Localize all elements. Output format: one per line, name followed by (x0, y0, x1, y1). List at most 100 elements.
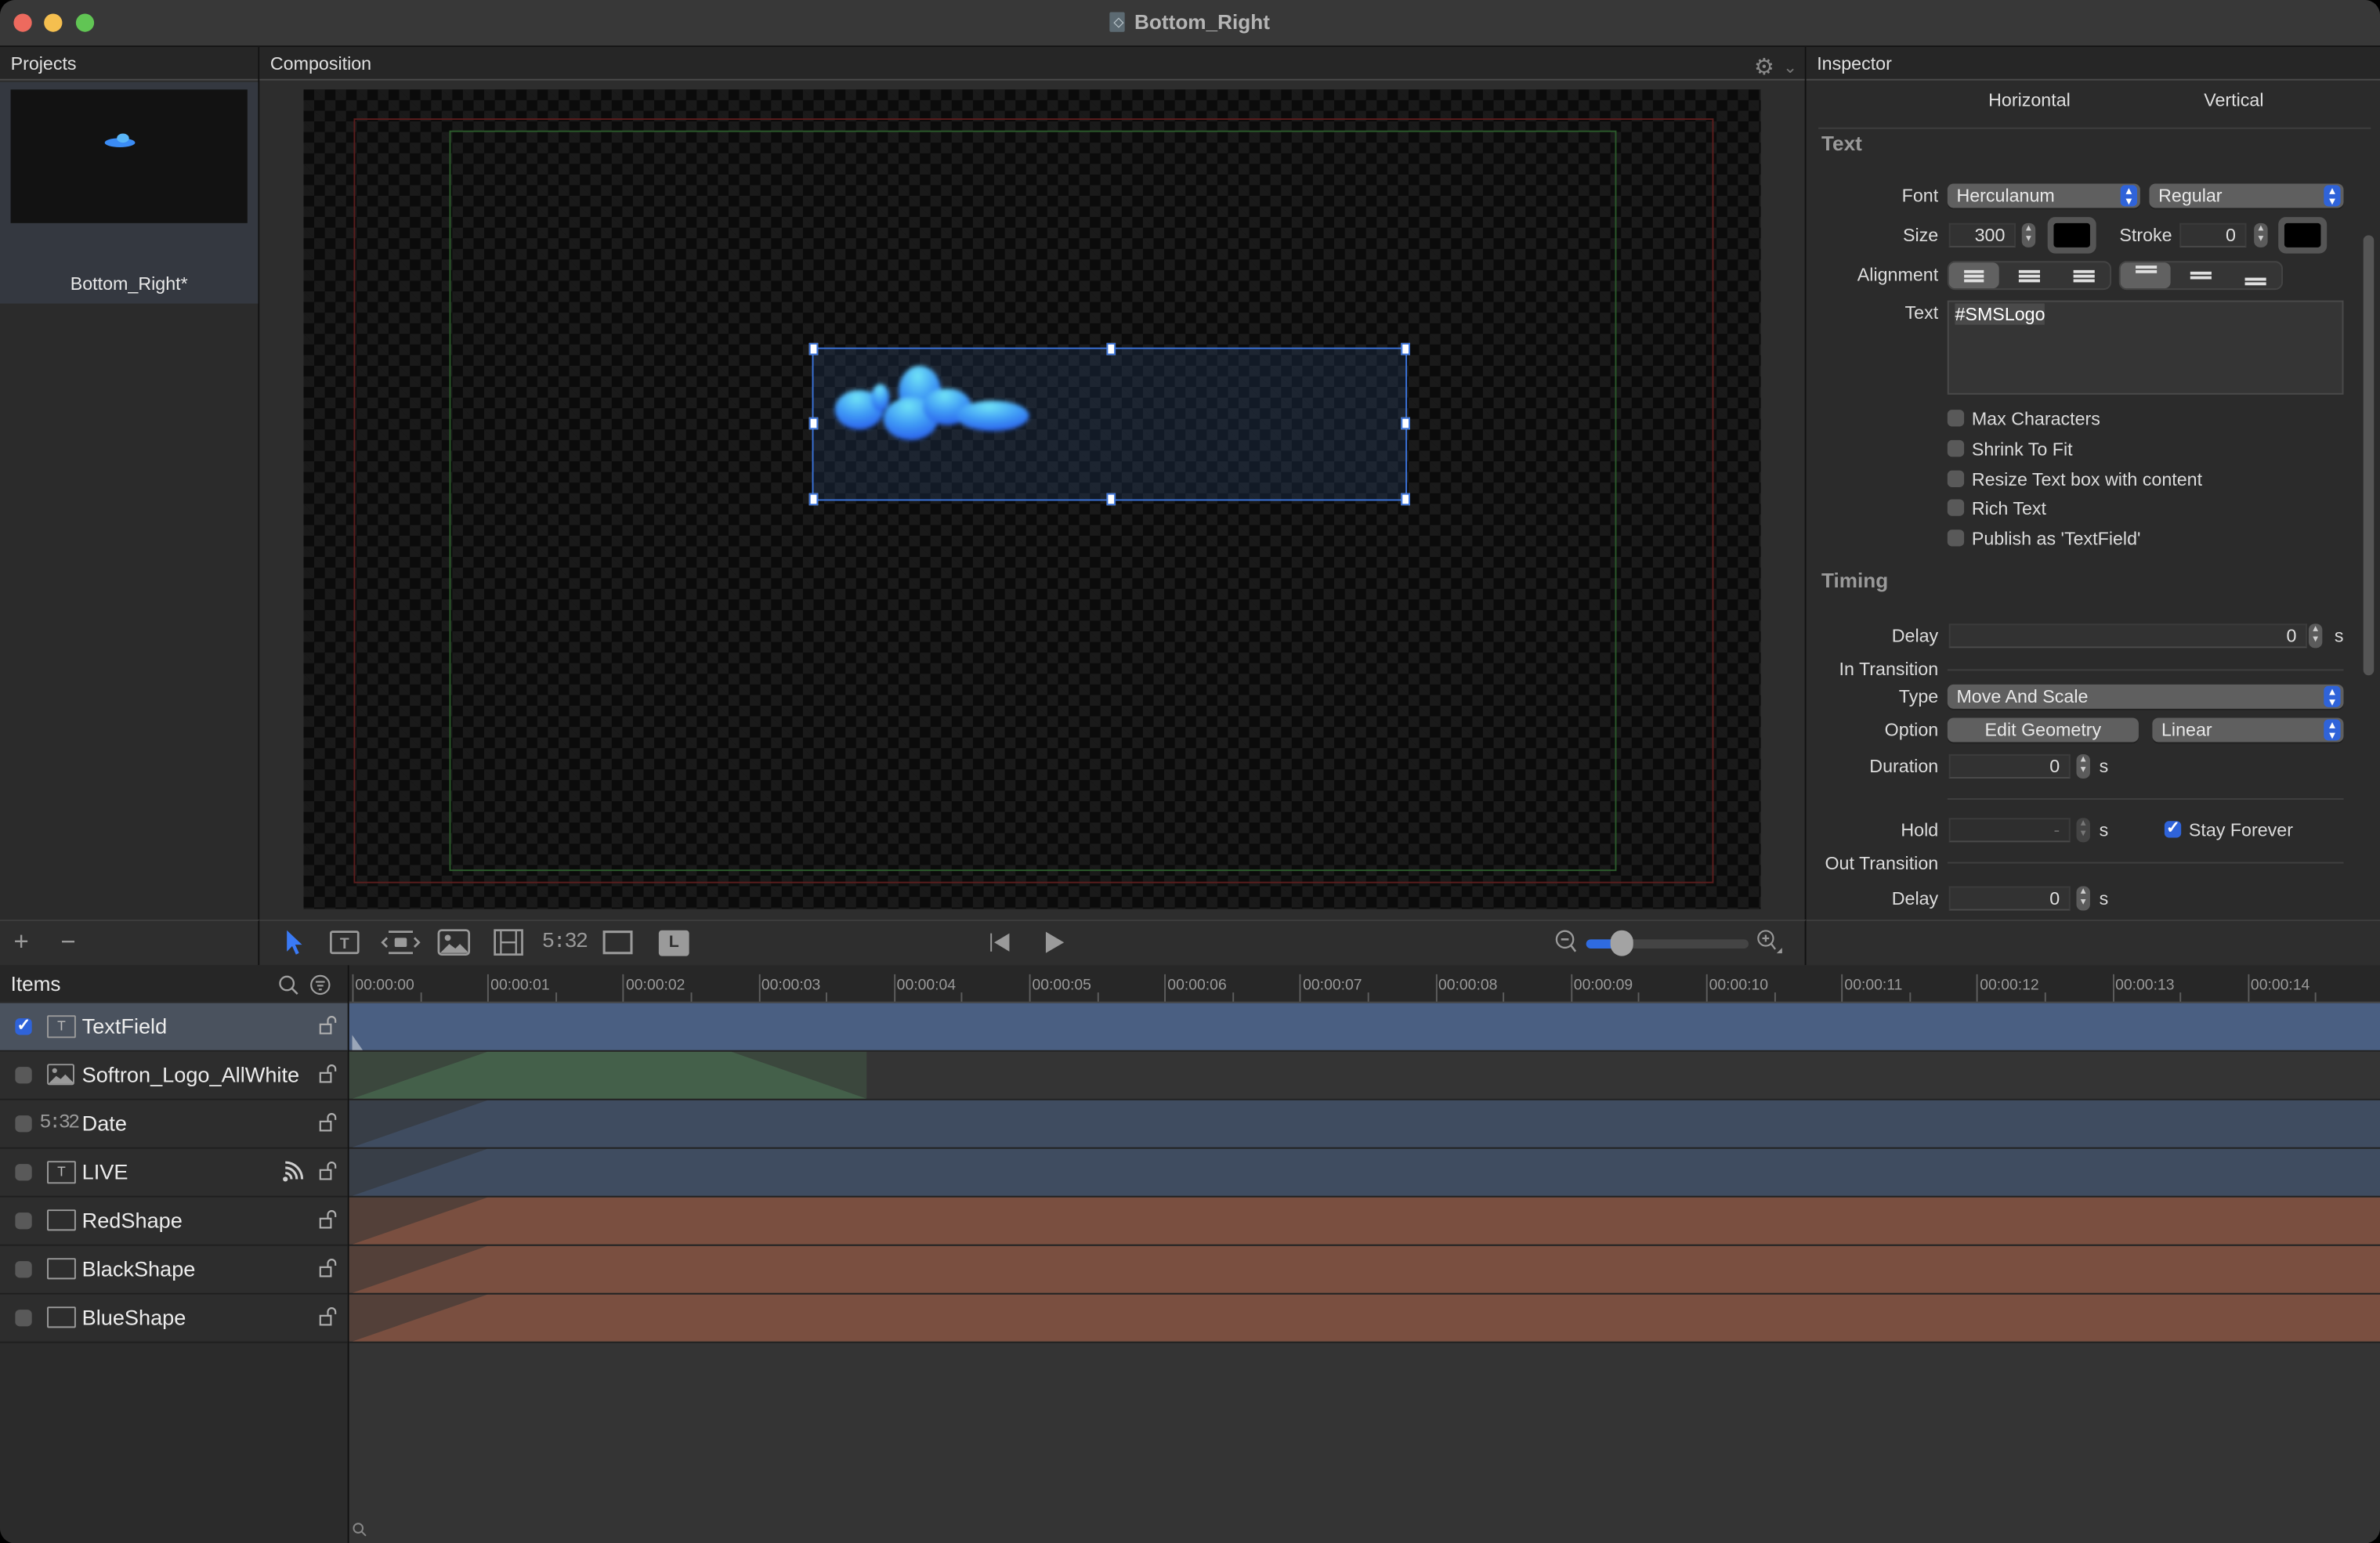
search-icon[interactable] (278, 974, 299, 996)
track-clip[interactable] (349, 1003, 2380, 1050)
stroke-color-swatch[interactable] (2278, 217, 2328, 254)
resize-handle-top-right[interactable] (1401, 342, 1410, 356)
timeline-track[interactable] (349, 1100, 2380, 1149)
project-thumbnail[interactable] (10, 89, 248, 223)
text-option-checkbox[interactable] (1947, 439, 1965, 457)
align-bottom-button[interactable] (2230, 262, 2280, 288)
stroke-stepper[interactable]: ▴ ▾ (2254, 222, 2268, 248)
item-visibility-checkbox[interactable] (15, 1310, 32, 1327)
resize-handle-right[interactable] (1401, 417, 1410, 430)
item-visibility-checkbox[interactable] (15, 1115, 32, 1133)
resize-handle-left[interactable] (808, 417, 819, 430)
skip-to-start-icon[interactable] (988, 929, 1012, 956)
resize-handle-top[interactable] (1106, 342, 1116, 356)
item-row[interactable]: BlackShape (0, 1245, 348, 1295)
project-item[interactable]: Bottom_Right* (0, 81, 259, 304)
track-clip[interactable] (349, 1100, 2380, 1147)
tab-horizontal[interactable]: Horizontal (1988, 89, 2071, 110)
unlock-icon[interactable] (319, 1209, 338, 1229)
zoom-in-icon[interactable] (1755, 929, 1785, 956)
item-row[interactable]: Softron_Logo_AllWhite (0, 1051, 348, 1100)
timeline-track[interactable] (349, 1148, 2380, 1198)
shape-tool-button[interactable] (602, 929, 633, 956)
remove-project-button[interactable]: − (61, 927, 76, 958)
unlock-icon[interactable] (319, 1015, 338, 1035)
resize-handle-bottom-right[interactable] (1401, 493, 1410, 506)
zoom-out-icon[interactable] (1554, 929, 1579, 956)
duration-stepper[interactable]: ▴ ▾ (2076, 753, 2090, 779)
item-row[interactable]: T LIVE (0, 1148, 348, 1198)
resize-handle-bottom[interactable] (1106, 493, 1116, 506)
align-center-button[interactable] (2004, 262, 2054, 288)
select-tool-button[interactable] (284, 929, 305, 956)
timeline-track[interactable] (349, 1003, 2380, 1052)
text-option-checkbox[interactable] (1947, 410, 1965, 427)
inspector-scrollbar[interactable] (2363, 235, 2375, 676)
text-content-field[interactable]: #SMSLogo (1947, 300, 2344, 395)
edit-geometry-button[interactable]: Edit Geometry (1947, 717, 2139, 743)
add-project-button[interactable]: + (13, 927, 28, 958)
item-row[interactable]: TTextField (0, 1003, 348, 1052)
image-tool-button[interactable] (437, 929, 471, 956)
item-visibility-checkbox[interactable] (15, 1261, 32, 1278)
track-clip[interactable] (349, 1051, 2380, 1099)
timeline-track[interactable] (349, 1197, 2380, 1246)
easing-select[interactable]: Linear ▴ ▾ (2152, 717, 2344, 743)
composition-canvas[interactable] (303, 89, 1761, 909)
font-family-select[interactable]: Herculanum ▴ ▾ (1947, 183, 2140, 208)
track-clip[interactable] (349, 1197, 2380, 1245)
gear-icon[interactable]: ⚙ (1754, 52, 1774, 85)
selected-textfield-box[interactable] (808, 342, 1410, 506)
unlock-icon[interactable] (319, 1258, 338, 1277)
unlock-icon[interactable] (319, 1161, 338, 1180)
size-stepper[interactable]: ▴ ▾ (2021, 222, 2036, 248)
item-row[interactable]: BlueShape (0, 1294, 348, 1343)
align-middle-button[interactable] (2175, 262, 2225, 288)
text-option-checkbox[interactable] (1947, 529, 1965, 547)
timeline-track[interactable] (349, 1294, 2380, 1343)
item-visibility-checkbox[interactable] (15, 1067, 32, 1084)
placeholder-tool-button[interactable] (381, 929, 421, 956)
text-option-checkbox[interactable] (1947, 499, 1965, 516)
time-ruler[interactable]: 00:00:00 00:00:01 00:00:02 00:00:03 00:00:04… (349, 965, 2380, 1003)
transition-type-select[interactable]: Move And Scale ▴ ▾ (1947, 684, 2344, 709)
delay-stepper[interactable]: ▴ ▾ (2308, 623, 2323, 649)
timeline-track[interactable] (349, 1245, 2380, 1295)
unlock-icon[interactable] (319, 1112, 338, 1132)
item-visibility-checkbox[interactable] (15, 1212, 32, 1230)
out-delay-field[interactable]: 0 (1948, 886, 2071, 911)
align-top-button[interactable] (2120, 262, 2171, 289)
stay-forever-checkbox[interactable] (2164, 818, 2182, 838)
unlock-icon[interactable] (319, 1064, 338, 1083)
resize-handle-top-left[interactable] (808, 342, 819, 356)
filter-icon[interactable] (309, 974, 331, 996)
font-style-select[interactable]: Regular ▴ ▾ (2149, 183, 2344, 208)
video-tool-button[interactable] (494, 929, 524, 956)
item-visibility-checkbox[interactable] (15, 1015, 32, 1035)
track-clip[interactable] (349, 1245, 2380, 1293)
lower-third-tool-button[interactable]: L (658, 930, 689, 956)
tab-vertical[interactable]: Vertical (2204, 89, 2263, 110)
item-visibility-checkbox[interactable] (15, 1164, 32, 1181)
clock-tool-button[interactable]: 5:32 (542, 930, 588, 958)
item-row[interactable]: RedShape (0, 1197, 348, 1246)
item-row[interactable]: 5:32 Date (0, 1100, 348, 1149)
align-left-button[interactable] (1948, 262, 1999, 289)
track-clip[interactable] (349, 1148, 2380, 1196)
text-tool-button[interactable]: T (329, 929, 360, 956)
text-option-checkbox[interactable] (1947, 470, 1965, 487)
chevron-down-icon[interactable]: ⌄ (1783, 52, 1797, 85)
align-right-button[interactable] (2058, 262, 2108, 288)
track-clip[interactable] (349, 1294, 2380, 1342)
timeline-zoom-slider[interactable] (1586, 930, 1749, 956)
size-field[interactable]: 300 (1948, 222, 2016, 248)
stroke-field[interactable]: 0 (2179, 222, 2247, 248)
resize-handle-bottom-left[interactable] (808, 493, 819, 506)
timeline-track[interactable] (349, 1051, 2380, 1100)
unlock-icon[interactable] (319, 1306, 338, 1326)
duration-field[interactable]: 0 (1948, 753, 2071, 779)
delay-field[interactable]: 0 (1948, 623, 2307, 649)
out-delay-stepper[interactable]: ▴ ▾ (2076, 886, 2090, 911)
timeline-tracks[interactable]: 00:00:00 00:00:01 00:00:02 00:00:03 00:00:04… (349, 965, 2380, 1543)
play-icon[interactable] (1043, 929, 1067, 956)
